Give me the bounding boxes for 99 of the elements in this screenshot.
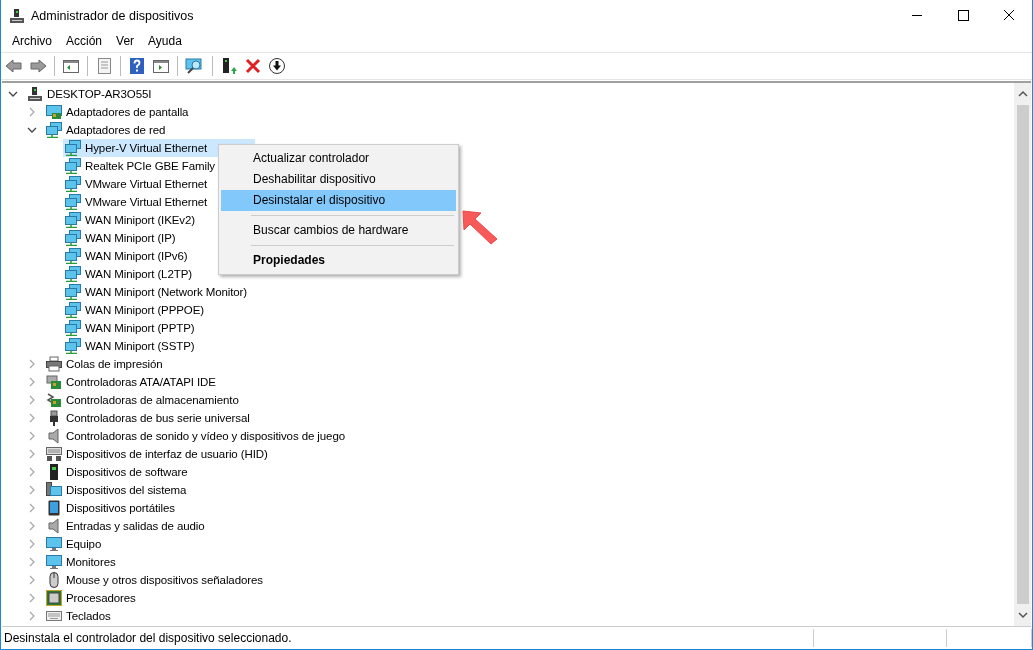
menu-item[interactable]: Ver (109, 34, 142, 48)
tree-item[interactable]: WAN Miniport (PPPOE) (63, 301, 206, 319)
network-adapter-icon (65, 176, 81, 192)
network-adapter-icon (65, 284, 81, 300)
controller-card-icon (46, 374, 62, 390)
collapse-chevron-icon[interactable] (27, 125, 37, 135)
tree-item[interactable]: Dispositivos del sistema (44, 481, 189, 499)
tree-item[interactable]: WAN Miniport (IPv6) (63, 247, 190, 265)
status-text: Desinstala el controlador del dispositivo seleccionado. (3, 631, 293, 645)
tree-item[interactable]: Mouse y otros dispositivos señaladores (44, 571, 265, 589)
expand-chevron-icon[interactable] (27, 413, 37, 423)
expand-chevron-icon[interactable] (27, 449, 37, 459)
expand-chevron-icon[interactable] (27, 557, 37, 567)
keyboard-icon (46, 608, 62, 624)
tree-item[interactable]: VMware Virtual Ethernet (63, 175, 210, 193)
monitor-search-icon[interactable] (185, 57, 205, 75)
keyboard-gamepad-icon (46, 446, 62, 462)
properties-icon[interactable] (95, 57, 113, 75)
expand-chevron-icon[interactable] (27, 539, 37, 549)
tree-item[interactable]: WAN Miniport (IKEv2) (63, 211, 198, 229)
network-adapter-icon (65, 248, 81, 264)
expand-chevron-icon[interactable] (27, 431, 37, 441)
context-menu-item[interactable]: Buscar cambios de hardware (221, 220, 456, 241)
menu-item[interactable]: Ayuda (141, 34, 189, 48)
scroll-thumb[interactable] (1016, 105, 1029, 604)
tree-item[interactable]: WAN Miniport (PPTP) (63, 319, 197, 337)
context-menu-item[interactable]: Propiedades (221, 250, 456, 271)
network-adapter-icon (46, 122, 62, 138)
context-menu-item[interactable]: Desinstalar el dispositivo (221, 190, 456, 211)
tree-item[interactable]: Realtek PCIe GBE Family (63, 157, 217, 175)
tree-item[interactable]: Controladoras de bus serie universal (44, 409, 252, 427)
scrollbar[interactable] (1014, 83, 1031, 626)
expand-chevron-icon[interactable] (27, 107, 37, 117)
expand-chevron-icon[interactable] (27, 467, 37, 477)
tree-item[interactable]: WAN Miniport (Network Monitor) (63, 283, 250, 301)
monitor-icon (46, 536, 62, 552)
tree-item[interactable]: Dispositivos portátiles (44, 499, 177, 517)
expand-chevron-icon[interactable] (27, 377, 37, 387)
pointer-arrow-icon (461, 209, 499, 245)
tree-item[interactable]: DESKTOP-AR3O55I (25, 85, 154, 103)
tree-item[interactable]: Controladoras de almacenamiento (44, 391, 241, 409)
menu-item[interactable]: Archivo (5, 34, 59, 48)
tree-item[interactable]: WAN Miniport (L2TP) (63, 265, 194, 283)
speaker-icon (46, 518, 62, 534)
expand-chevron-icon[interactable] (27, 575, 37, 585)
processor-icon (46, 590, 62, 606)
tablet-icon (46, 500, 62, 516)
expand-chevron-icon[interactable] (27, 521, 37, 531)
tree-item[interactable]: Colas de impresión (44, 355, 165, 373)
network-adapter-icon (65, 158, 81, 174)
expand-chevron-icon[interactable] (27, 395, 37, 405)
network-adapter-icon (65, 212, 81, 228)
tree-item[interactable]: Dispositivos de software (44, 463, 190, 481)
tree-item[interactable]: Controladoras ATA/ATAPI IDE (44, 373, 218, 391)
tree-item[interactable]: WAN Miniport (SSTP) (63, 337, 197, 355)
tree-item[interactable]: Adaptadores de red (44, 121, 168, 139)
system-devices-icon (46, 482, 62, 498)
network-adapter-icon (65, 266, 81, 282)
tree-item[interactable]: Equipo (44, 535, 104, 553)
tree-item[interactable]: Monitores (44, 553, 118, 571)
delete-icon[interactable] (244, 57, 262, 75)
printer-icon (46, 356, 62, 372)
computer-icon (27, 86, 43, 102)
storage-controller-icon (46, 392, 62, 408)
tree-item[interactable]: Adaptadores de pantalla (44, 103, 191, 121)
network-adapter-icon (65, 194, 81, 210)
network-adapter-icon (65, 230, 81, 246)
speaker-icon (46, 428, 62, 444)
tree-item[interactable]: Teclados (44, 607, 113, 625)
context-menu-item[interactable]: Deshabilitar dispositivo (221, 169, 456, 190)
expand-chevron-icon[interactable] (27, 593, 37, 603)
display-adapter-icon (46, 104, 62, 120)
network-adapter-icon (65, 320, 81, 336)
tree-item[interactable]: Entradas y salidas de audio (44, 517, 207, 535)
update-driver-icon[interactable] (220, 57, 238, 75)
expand-chevron-icon[interactable] (27, 503, 37, 513)
tree-item[interactable]: WAN Miniport (IP) (63, 229, 178, 247)
expand-chevron-icon[interactable] (27, 359, 37, 369)
console-tree-icon[interactable] (62, 57, 80, 75)
network-adapter-icon (65, 140, 81, 156)
expand-chevron-icon[interactable] (27, 485, 37, 495)
window-title: Administrador de dispositivos (31, 8, 195, 23)
forward-icon[interactable] (29, 57, 47, 75)
collapse-chevron-icon[interactable] (8, 89, 18, 99)
tree-item[interactable]: VMware Virtual Ethernet (63, 193, 210, 211)
tree-item[interactable]: Procesadores (44, 589, 138, 607)
computer-icon (9, 7, 25, 24)
tree-item[interactable]: Controladoras de sonido y vídeo y dispositivos de juego (44, 427, 347, 445)
network-adapter-icon (65, 338, 81, 354)
monitor-icon (46, 554, 62, 570)
help-icon[interactable] (128, 57, 146, 75)
action-pane-icon[interactable] (152, 57, 170, 75)
download-icon[interactable] (268, 57, 286, 75)
menu-item[interactable]: Acción (59, 34, 110, 48)
tree-item[interactable]: Dispositivos de interfaz de usuario (HID) (44, 445, 270, 463)
back-icon[interactable] (5, 57, 23, 75)
network-adapter-icon (65, 302, 81, 318)
expand-chevron-icon[interactable] (27, 611, 37, 621)
mouse-icon (46, 572, 62, 588)
